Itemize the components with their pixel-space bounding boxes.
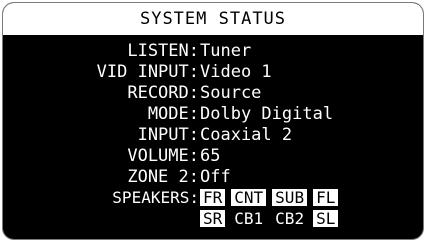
status-label: VID INPUT:: [96, 61, 199, 82]
status-label: RECORD:: [127, 82, 199, 103]
status-value: Coaxial 2: [200, 124, 293, 145]
status-label: VOLUME:: [127, 145, 199, 166]
status-label: MODE:: [147, 103, 199, 124]
speakers-row-2: SR CB1 CB2 SL: [3, 208, 423, 229]
speakers-label: SPEAKERS:: [112, 188, 199, 207]
status-row-vid-input: VID INPUT: Video 1: [3, 61, 423, 82]
screen-title: SYSTEM STATUS: [139, 9, 287, 29]
status-rows: LISTEN: Tuner VID INPUT: Video 1 RECORD: So…: [3, 40, 423, 229]
status-value: Dolby Digital: [200, 103, 334, 124]
status-value: Off: [200, 166, 231, 187]
speaker-badges: FR CNT SUB FL: [199, 189, 339, 206]
speaker-badge-fl: FL: [313, 189, 339, 206]
status-value: Source: [200, 82, 262, 103]
status-display: SYSTEM STATUS LISTEN: Tuner VID INPUT: Vid…: [2, 2, 424, 240]
status-row-input: INPUT: Coaxial 2: [3, 124, 423, 145]
status-row-listen: LISTEN: Tuner: [3, 40, 423, 61]
speaker-badge-cb2: CB2: [275, 209, 305, 228]
speaker-badge-fr: FR: [200, 189, 226, 206]
status-row-volume: VOLUME: 65: [3, 145, 423, 166]
status-value: Video 1: [200, 61, 272, 82]
speakers-row-1: SPEAKERS: FR CNT SUB FL: [3, 187, 423, 208]
speaker-badges: SR CB1 CB2 SL: [199, 209, 339, 228]
speaker-badge-cnt: CNT: [231, 189, 267, 206]
speaker-badge-sr: SR: [200, 210, 226, 227]
status-value: 65: [200, 145, 221, 166]
status-row-zone-2: ZONE 2: Off: [3, 166, 423, 187]
status-label: LISTEN:: [127, 40, 199, 61]
status-row-mode: MODE: Dolby Digital: [3, 103, 423, 124]
speaker-badge-sub: SUB: [272, 189, 308, 206]
status-label: ZONE 2:: [127, 166, 199, 187]
speaker-badge-sl: SL: [313, 210, 339, 227]
speaker-badge-cb1: CB1: [234, 209, 264, 228]
title-bar: SYSTEM STATUS: [3, 3, 423, 35]
status-value: Tuner: [200, 40, 252, 61]
status-row-record: RECORD: Source: [3, 82, 423, 103]
status-label: INPUT:: [137, 124, 199, 145]
